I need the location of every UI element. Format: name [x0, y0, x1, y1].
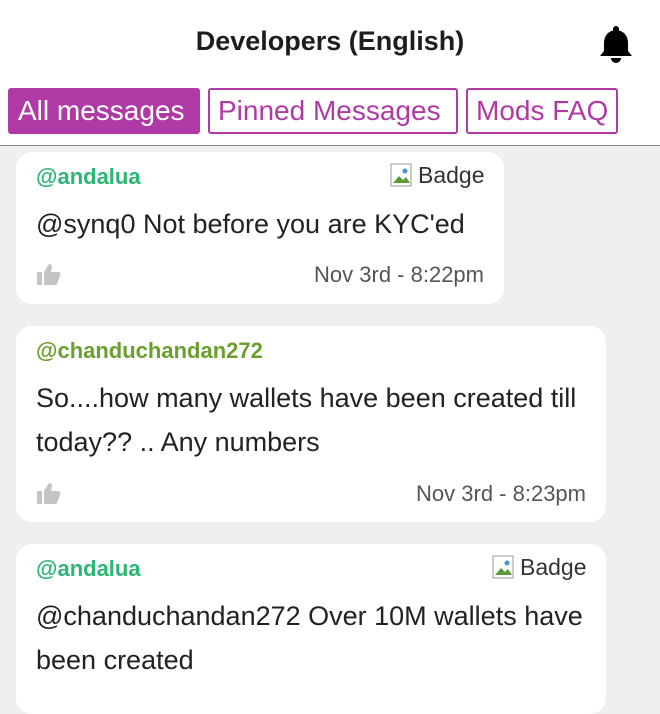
message-author[interactable]: @chanduchandan272 [36, 338, 263, 364]
message-text: @chanduchandan272 Over 10M wallets have … [36, 601, 583, 675]
thumbs-up-icon[interactable] [36, 262, 62, 286]
message-text: @synq0 Not before you are KYC'ed [36, 209, 465, 239]
message-timestamp: Nov 3rd - 8:22pm [314, 262, 484, 287]
message-card: @andalua Badge @synq0 Not before you are… [16, 152, 504, 304]
badge-label: Badge [520, 554, 587, 580]
bell-icon[interactable] [598, 24, 634, 64]
tab-mods-faq[interactable]: Mods FAQ [466, 88, 618, 134]
message-author[interactable]: @andalua [36, 164, 141, 190]
badge: Badge [390, 162, 485, 189]
message-card: @andalua Badge @chanduchandan272 Over 10… [16, 544, 606, 714]
tab-pinned-messages[interactable]: Pinned Messages [208, 88, 458, 134]
badge-label: Badge [418, 162, 485, 188]
thumbs-up-icon[interactable] [36, 481, 62, 505]
page-title: Developers (English) [195, 26, 465, 56]
message-author[interactable]: @andalua [36, 556, 141, 582]
broken-image-icon [390, 163, 412, 186]
message-timestamp: Nov 3rd - 8:23pm [416, 481, 586, 506]
message-card: @chanduchandan272 So....how many wallets… [16, 326, 606, 522]
message-text: So....how many wallets have been created… [36, 383, 577, 457]
badge: Badge [492, 554, 587, 581]
header: Developers (English) All messages Pinned… [0, 0, 660, 146]
broken-image-icon [492, 555, 514, 578]
tab-all-messages[interactable]: All messages [8, 88, 200, 134]
